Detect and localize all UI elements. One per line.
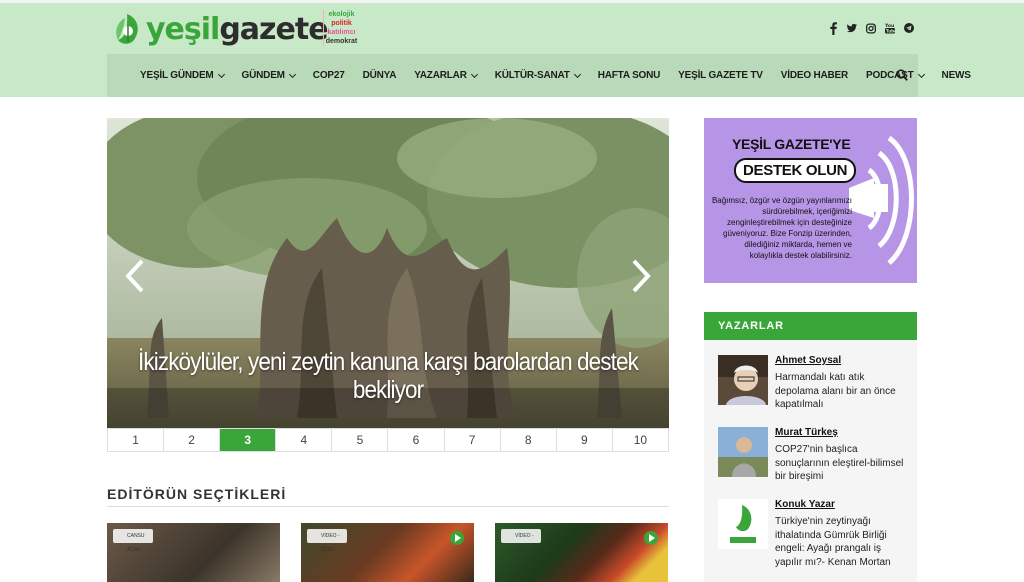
nav-item-label: YEŞİL GÜNDEM (140, 70, 214, 81)
writer-item[interactable]: Konuk Yazar Türkiye'nin zeytinyağı ithal… (718, 499, 908, 568)
editor-pick-card[interactable]: VİDEO - ÖZEL (301, 523, 474, 582)
nav-item-video-haber[interactable]: VİDEO HABER (781, 70, 848, 81)
support-banner[interactable]: YEŞİL GAZETE'YE DESTEK OLUN Bağımsız, öz… (704, 118, 917, 283)
support-heading: YEŞİL GAZETE'YE (732, 136, 851, 152)
writer-headline[interactable]: Türkiye'nin zeytinyağı ithalatında Gümrü… (775, 515, 909, 569)
social-links: YouTube (828, 21, 914, 35)
slider-page-button-active[interactable]: 3 (220, 429, 277, 451)
top-strip (0, 0, 1024, 3)
chevron-down-icon (288, 70, 296, 78)
nav-item-label: VİDEO HABER (780, 70, 849, 81)
nav-item-label: GÜNDEM (241, 70, 285, 81)
slider-page-button[interactable]: 2 (164, 429, 221, 451)
slider-prev-arrow-icon[interactable] (124, 258, 146, 294)
telegram-icon[interactable] (904, 21, 914, 35)
nav-item-label: YEŞİL GAZETE TV (678, 70, 763, 81)
twitter-icon[interactable] (847, 21, 857, 35)
slider-page-button[interactable]: 1 (108, 429, 165, 451)
slider-page-button[interactable]: 8 (501, 429, 557, 451)
support-body: Bağımsız, özgür ve özgün yayınlarımızı s… (711, 196, 852, 260)
writer-avatar[interactable] (718, 355, 768, 405)
slider-page-button[interactable]: 10 (613, 429, 668, 451)
tagline-word: demokrat (325, 38, 358, 45)
main-nav: YEŞİL GÜNDEM GÜNDEM COP27 DÜNYA YAZARLAR… (107, 54, 971, 97)
writer-name[interactable]: Murat Türkeş (775, 427, 838, 438)
nav-item-yazarlar[interactable]: YAZARLAR (414, 70, 478, 81)
chevron-down-icon (573, 70, 581, 78)
writers-section-title: YAZARLAR (704, 312, 917, 340)
nav-item-cop27[interactable]: COP27 (313, 70, 345, 81)
writer-avatar-logo-icon[interactable] (718, 499, 768, 549)
slider-page-button[interactable]: 4 (276, 429, 333, 451)
slider-page-button[interactable]: 9 (557, 429, 613, 451)
writer-name[interactable]: Ahmet Soysal (775, 355, 841, 366)
nav-item-yesil-gundem[interactable]: YEŞİL GÜNDEM (140, 70, 225, 81)
nav-item-label: YAZARLAR (414, 70, 467, 81)
slider-page-button[interactable]: 6 (388, 429, 445, 451)
youtube-icon[interactable]: YouTube (885, 21, 895, 35)
slide-headline[interactable]: İkizköylüler, yeni zeytin kanuna karşı b… (135, 348, 641, 404)
tagline-word: katılımcı (327, 29, 356, 36)
nav-item-label: KÜLTÜR-SANAT (494, 70, 570, 81)
nav-item-news[interactable]: NEWS (942, 70, 971, 81)
support-button[interactable]: DESTEK OLUN (734, 158, 857, 183)
writer-item[interactable]: Murat Türkeş COP27'nin başlıca sonuçları… (718, 427, 908, 493)
writer-headline[interactable]: COP27'nin başlıca sonuçlarının eleştirel… (775, 443, 909, 484)
tagline-word: politik (331, 20, 352, 27)
nav-item-gundem[interactable]: GÜNDEM (241, 70, 296, 81)
thumb-badge: CANSU ACAR (113, 529, 153, 553)
nav-item-kultur-sanat[interactable]: KÜLTÜR-SANAT (494, 70, 581, 81)
leaf-logo-icon (116, 14, 138, 44)
logo-text-dark: gazete (219, 11, 328, 47)
writer-name[interactable]: Konuk Yazar (775, 499, 835, 510)
logo-tagline: ekolojik politik katılımcı demokrat (323, 10, 359, 46)
facebook-icon[interactable] (828, 21, 838, 35)
nav-item-label: NEWS (941, 70, 971, 81)
instagram-icon[interactable] (866, 21, 876, 35)
thumb-badge: VİDEO - ÖZEL (307, 529, 347, 553)
writer-item[interactable]: Ahmet Soysal Harmandalı katı atık depola… (718, 355, 908, 421)
svg-text:Tube: Tube (886, 28, 895, 33)
chevron-down-icon (470, 70, 478, 78)
writer-avatar[interactable] (718, 427, 768, 477)
thumb-badge: VİDEO - ÖZEL (501, 529, 541, 553)
logo-text-green: yeşil (146, 11, 220, 47)
nav-item-podcast[interactable]: PODCAST (866, 70, 925, 81)
nav-item-dunya[interactable]: DÜNYA (363, 70, 397, 81)
slider-page-button[interactable]: 5 (332, 429, 389, 451)
editor-pick-card[interactable]: CANSU ACAR (107, 523, 280, 582)
slider-pagination: 1 2 3 4 5 6 7 8 9 10 (107, 428, 669, 452)
writer-headline[interactable]: Harmandalı katı atık depolama alanı bir … (775, 371, 909, 412)
play-icon (644, 531, 658, 545)
tagline-word: ekolojik (328, 11, 355, 18)
chevron-down-icon (917, 70, 925, 78)
editor-picks-title: EDİTÖRÜN SEÇTİKLERİ (107, 486, 287, 502)
search-icon[interactable] (896, 69, 908, 81)
nav-item-yesil-gazete-tv[interactable]: YEŞİL GAZETE TV (678, 70, 763, 81)
megaphone-icon (849, 135, 914, 265)
site-logo[interactable]: yeşilgazete (112, 10, 329, 48)
nav-item-label: DÜNYA (362, 70, 397, 81)
chevron-down-icon (217, 70, 225, 78)
nav-item-hafta-sonu[interactable]: HAFTA SONU (597, 70, 661, 81)
nav-item-label: COP27 (312, 70, 345, 81)
slider-page-button[interactable]: 7 (445, 429, 501, 451)
slider-next-arrow-icon[interactable] (630, 258, 652, 294)
nav-item-label: HAFTA SONU (597, 70, 661, 81)
play-icon (450, 531, 464, 545)
section-divider (107, 506, 669, 507)
editor-pick-card[interactable]: VİDEO - ÖZEL (495, 523, 668, 582)
